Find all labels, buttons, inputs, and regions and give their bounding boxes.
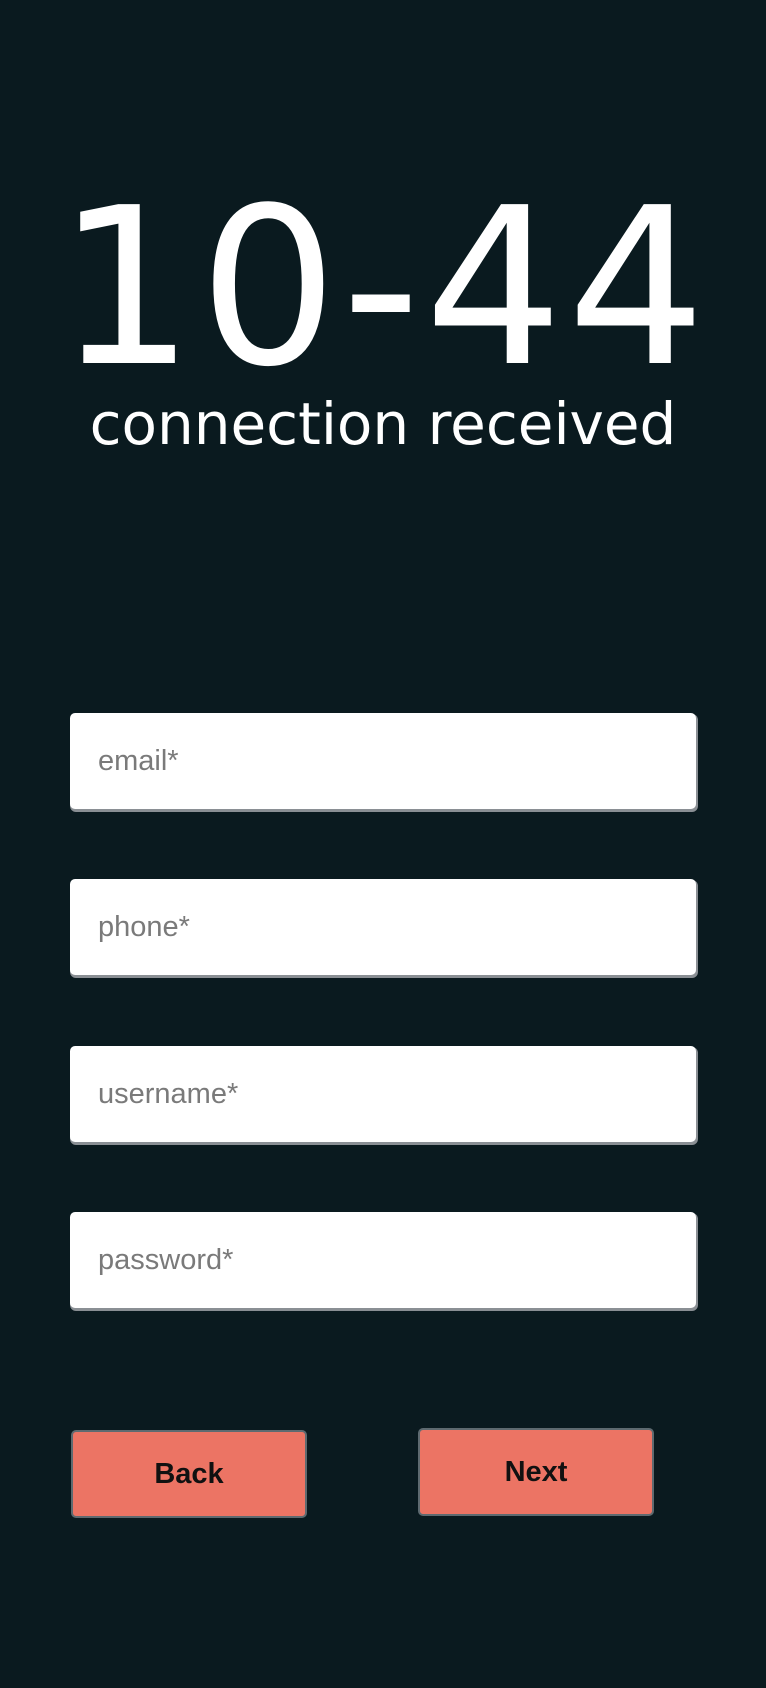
app-logo: 10-44 xyxy=(56,162,710,415)
email-field[interactable] xyxy=(70,713,696,809)
back-button[interactable]: Back xyxy=(71,1430,307,1518)
next-button[interactable]: Next xyxy=(418,1428,654,1516)
status-subtitle: connection received xyxy=(89,390,677,458)
password-field[interactable] xyxy=(70,1212,696,1308)
username-field[interactable] xyxy=(70,1046,696,1142)
phone-field[interactable] xyxy=(70,879,696,975)
